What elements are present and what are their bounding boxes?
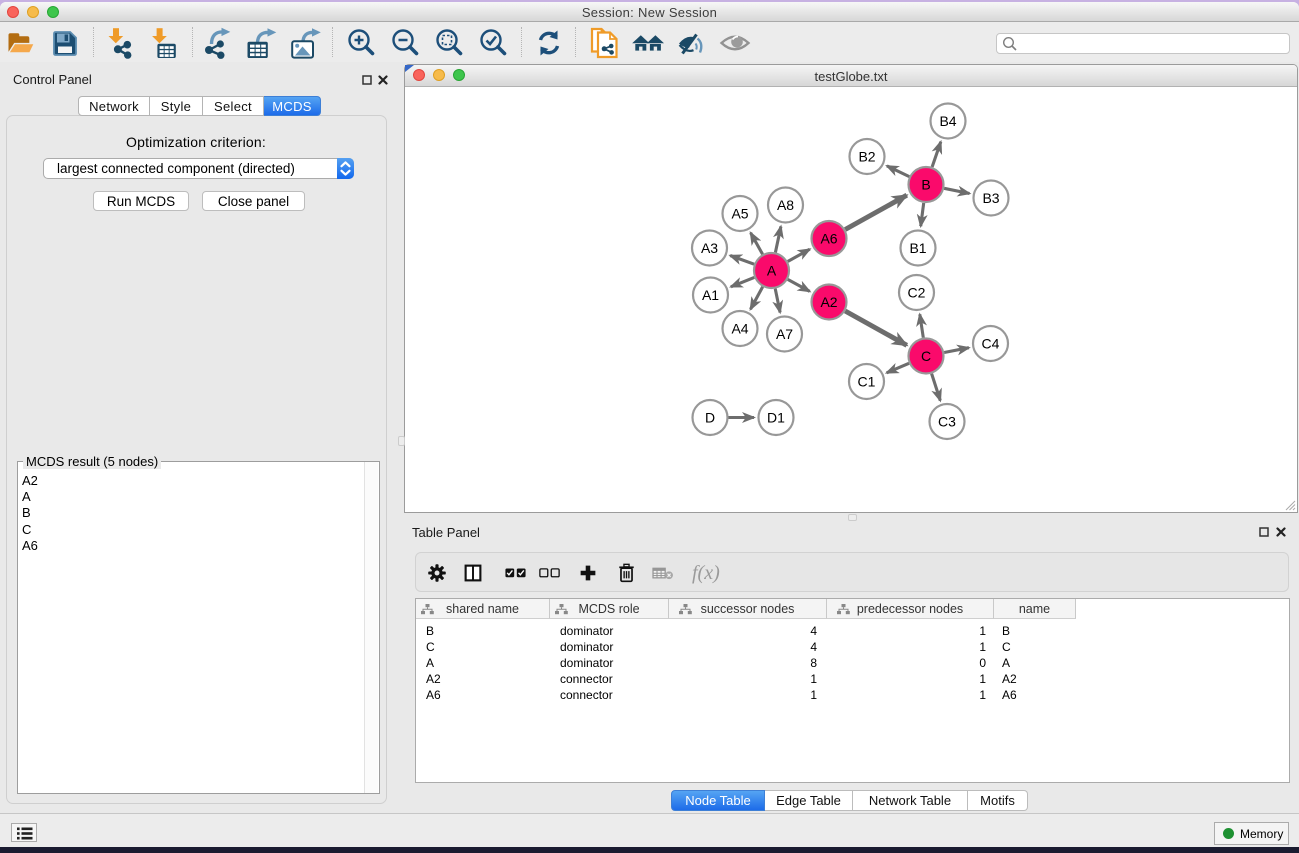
svg-text:A8: A8 (777, 197, 794, 213)
svg-text:C1: C1 (858, 373, 876, 389)
svg-text:D: D (705, 409, 715, 425)
svg-text:A1: A1 (702, 287, 719, 303)
svg-text:B4: B4 (939, 113, 956, 129)
svg-text:B3: B3 (982, 190, 999, 206)
svg-text:C2: C2 (908, 284, 926, 300)
svg-text:C4: C4 (982, 335, 1000, 351)
svg-text:A: A (767, 262, 777, 278)
svg-text:B1: B1 (909, 240, 926, 256)
svg-text:C: C (921, 348, 931, 364)
svg-text:A6: A6 (820, 230, 837, 246)
svg-text:A2: A2 (820, 294, 837, 310)
svg-text:A7: A7 (776, 326, 793, 342)
svg-text:C3: C3 (938, 413, 956, 429)
svg-text:A5: A5 (731, 205, 748, 221)
svg-text:D1: D1 (767, 409, 785, 425)
svg-text:A3: A3 (701, 240, 718, 256)
svg-text:A4: A4 (731, 320, 748, 336)
svg-text:B: B (921, 176, 930, 192)
svg-text:B2: B2 (858, 148, 875, 164)
